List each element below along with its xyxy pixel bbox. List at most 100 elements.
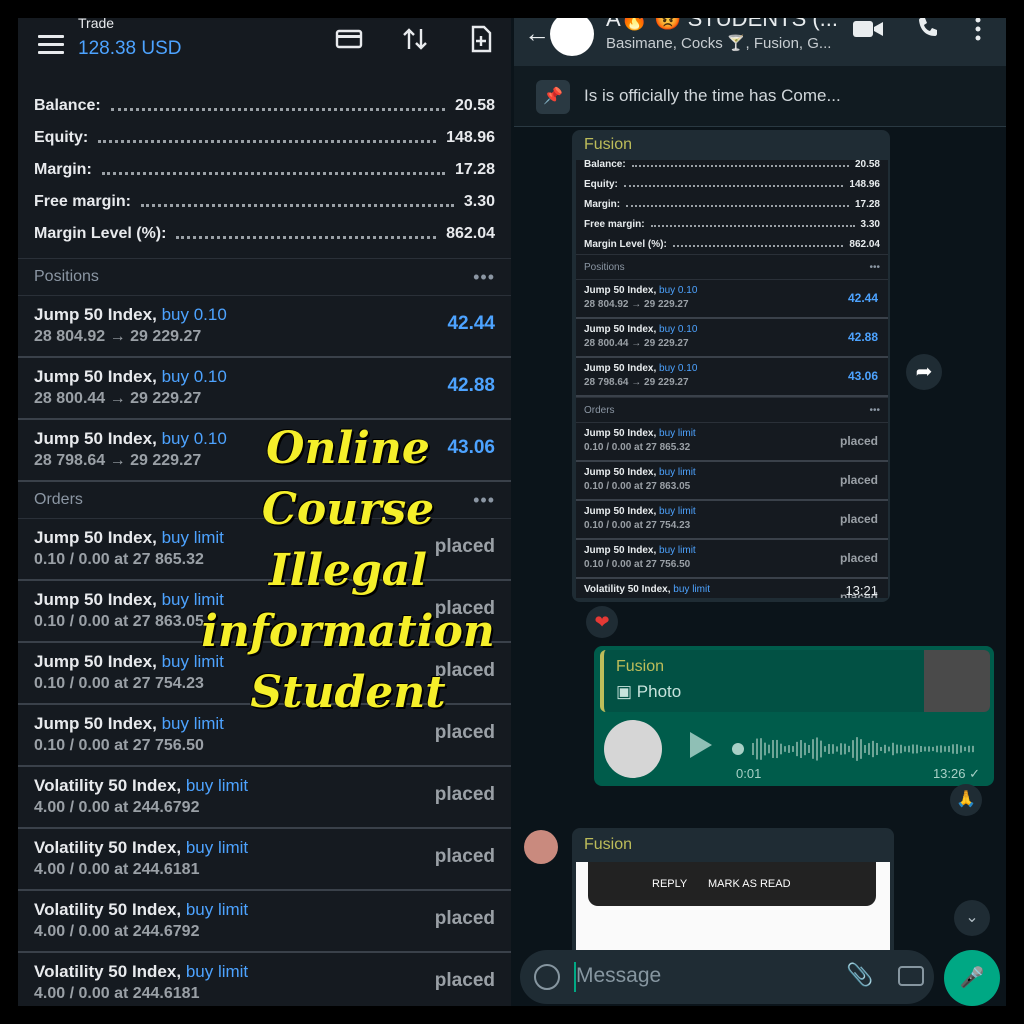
waveform-bar (880, 746, 882, 752)
order-row[interactable]: Jump 50 Index, buy limit 0.10 / 0.00 at 2… (576, 501, 888, 540)
order-row[interactable]: Volatility 50 Index, buy limit 4.00 / 0.0… (18, 891, 511, 953)
message-input[interactable]: Message (576, 964, 661, 988)
orders-label: Orders (34, 491, 83, 508)
trade-type: buy limit (185, 900, 249, 919)
back-arrow-icon[interactable]: ← (524, 18, 550, 49)
camera-icon[interactable] (898, 966, 924, 986)
account-value: 148.96 (849, 178, 880, 190)
instrument-line: Jump 50 Index, buy limit (34, 528, 224, 548)
waveform-bar (908, 745, 910, 753)
order-row[interactable]: Jump 50 Index, buy limit 0.10 / 0.00 at 2… (576, 540, 888, 579)
order-status: placed (434, 536, 495, 557)
trade-type: buy limit (185, 962, 249, 981)
account-row: Balance: 20.58 (34, 90, 495, 122)
collage-frame: Trade 128.38 USD Balance: 20.58 Equity: 148… (18, 18, 1006, 1006)
voice-progress-dot[interactable] (732, 743, 744, 755)
incoming-image-message[interactable]: Fusion Balance: 20.58 Equity: 148.96 Margin:… (572, 130, 890, 602)
chat-title[interactable]: A🔥 😡 STUDENTS (... (606, 18, 838, 32)
more-options-icon[interactable] (974, 18, 982, 42)
message-composer[interactable]: Message 📎 (520, 950, 934, 1004)
waveform-bar (928, 746, 930, 752)
position-row[interactable]: Jump 50 Index, buy 0.10 28 804.92 → 29 22… (576, 280, 888, 319)
order-row[interactable]: Volatility 50 Index, buy limit placed (576, 579, 888, 598)
play-icon[interactable] (690, 732, 712, 758)
order-row[interactable]: Jump 50 Index, buy limit 0.10 / 0.00 at 2… (18, 581, 511, 643)
position-row[interactable]: Jump 50 Index, buy 0.10 28 800.44 → 29 22… (576, 319, 888, 358)
waveform-bar (812, 739, 814, 759)
trade-type: buy limit (161, 528, 224, 547)
chat-header: ← A🔥 😡 STUDENTS (... Basimane, Cocks 🍸, … (514, 18, 1006, 66)
account-value: 3.30 (463, 193, 495, 210)
video-call-icon[interactable] (852, 18, 884, 40)
position-row[interactable]: Jump 50 Index, buy 0.10 28 804.92 → 29 22… (18, 296, 511, 358)
emoji-icon[interactable] (534, 964, 560, 990)
order-row[interactable]: Jump 50 Index, buy limit 0.10 / 0.00 at 2… (18, 643, 511, 705)
incoming-image-message-2[interactable]: Fusion REPLY MARK AS READ (572, 828, 894, 958)
dotted-leader (98, 134, 437, 143)
account-row: Balance: 20.58 (576, 160, 888, 174)
order-status: placed (434, 660, 495, 681)
trade-detail: 28 804.92 → 29 229.27 (584, 299, 689, 310)
sort-icon[interactable] (400, 24, 430, 54)
sender-name: Fusion (584, 836, 633, 853)
notification-preview: REPLY MARK AS READ (588, 862, 876, 906)
trade-detail: 28 804.92 → 29 229.27 (34, 328, 202, 345)
waveform-bar (920, 745, 922, 753)
trade-type: buy limit (161, 714, 224, 733)
account-value: 148.96 (446, 129, 495, 146)
trade-detail: 0.10 / 0.00 at 27 863.05 (34, 613, 204, 630)
waveform-bar (808, 744, 810, 754)
new-order-icon[interactable] (466, 24, 496, 54)
shared-screenshot-2[interactable]: REPLY MARK AS READ (576, 862, 890, 958)
position-row[interactable]: Jump 50 Index, buy 0.10 28 798.64 → 29 22… (576, 358, 888, 397)
sender-avatar[interactable] (524, 830, 558, 864)
order-row[interactable]: Volatility 50 Index, buy limit 4.00 / 0.0… (18, 767, 511, 829)
order-row[interactable]: Volatility 50 Index, buy limit 4.00 / 0.0… (18, 829, 511, 891)
card-icon[interactable] (334, 24, 364, 54)
instrument-name: Volatility 50 Index, (34, 962, 182, 981)
phone-call-icon[interactable] (916, 18, 940, 40)
attach-icon[interactable]: 📎 (846, 962, 873, 988)
instrument-line: Jump 50 Index, buy limit (584, 467, 696, 478)
trade-detail: 0.10 / 0.00 at 27 756.50 (584, 559, 691, 570)
outgoing-voice-message[interactable]: Fusion ▣ Photo 0:01 13:26 ✓ (594, 646, 994, 786)
positions-more-icon[interactable]: ••• (473, 267, 495, 288)
order-row[interactable]: Jump 50 Index, buy limit 0.10 / 0.00 at 2… (18, 519, 511, 581)
forward-icon[interactable]: ➦ (906, 354, 942, 390)
account-row: Margin Level (%): 862.04 (576, 234, 888, 254)
account-row: Free margin: 3.30 (576, 214, 888, 234)
pinned-message-bar[interactable]: 📌 Is is officially the time has Come... (514, 66, 1006, 127)
order-row[interactable]: Jump 50 Index, buy limit 0.10 / 0.00 at 2… (576, 423, 888, 462)
instrument-line: Jump 50 Index, buy 0.10 (584, 324, 697, 335)
waveform-bar (824, 746, 826, 752)
position-row[interactable]: Jump 50 Index, buy 0.10 28 798.64 → 29 22… (18, 420, 511, 482)
waveform-bar (784, 746, 786, 752)
account-label: Free margin: (584, 218, 645, 230)
menu-icon[interactable] (38, 30, 64, 59)
account-label: Balance: (584, 160, 626, 170)
account-label: Margin Level (%): (34, 225, 167, 242)
voice-waveform[interactable] (732, 734, 974, 764)
quoted-message[interactable]: Fusion ▣ Photo (600, 650, 990, 712)
account-value: 862.04 (446, 225, 495, 242)
heart-reaction[interactable]: ❤ (586, 606, 618, 638)
waveform-bar (780, 743, 782, 755)
waveform-bar (848, 745, 850, 753)
pray-reaction[interactable]: 🙏 (950, 784, 982, 816)
shared-trade-screenshot[interactable]: Balance: 20.58 Equity: 148.96 Margin: 17.28 Fr… (576, 160, 888, 598)
orders-label: Orders (584, 404, 615, 416)
account-value: 17.28 (454, 161, 495, 178)
order-row[interactable]: Jump 50 Index, buy limit 0.10 / 0.00 at 2… (18, 705, 511, 767)
account-value: 17.28 (854, 198, 880, 210)
order-row[interactable]: Volatility 50 Index, buy limit 4.00 / 0.0… (18, 953, 511, 1006)
orders-more-icon[interactable]: ••• (473, 490, 495, 511)
waveform-bar (836, 746, 838, 752)
instrument-name: Jump 50 Index, (34, 305, 157, 324)
position-row[interactable]: Jump 50 Index, buy 0.10 28 800.44 → 29 22… (18, 358, 511, 420)
scroll-down-icon[interactable]: ⌄ (954, 900, 990, 936)
instrument-line: Volatility 50 Index, buy limit (34, 900, 248, 920)
group-avatar[interactable] (550, 18, 594, 56)
mic-button[interactable]: 🎤 (944, 950, 1000, 1006)
order-row[interactable]: Jump 50 Index, buy limit 0.10 / 0.00 at 2… (576, 462, 888, 501)
pinned-message-text: Is is officially the time has Come... (584, 86, 841, 105)
